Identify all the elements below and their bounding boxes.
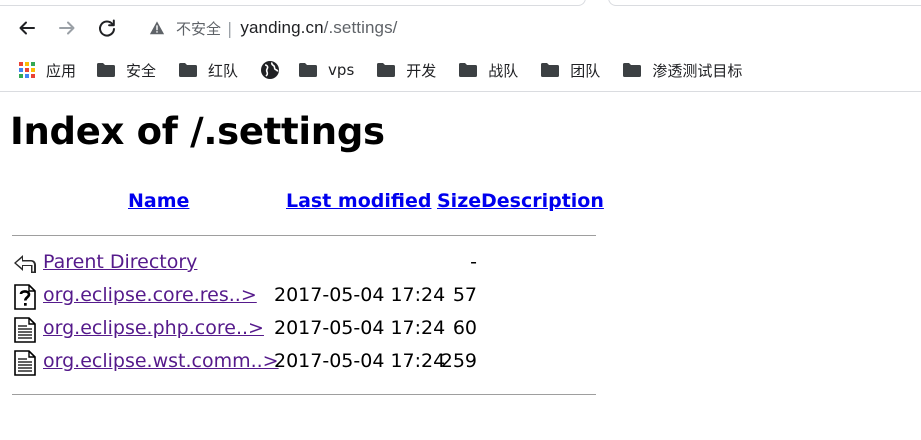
table-row: org.eclipse.php.core..> 2017-05-04 17:24…	[12, 314, 596, 346]
tab-inactive-edge	[608, 0, 921, 6]
folder-icon	[299, 63, 318, 77]
bookmark-label: 团队	[570, 61, 601, 80]
back-button[interactable]	[11, 12, 43, 44]
reload-button[interactable]	[91, 12, 123, 44]
page-content: Index of /.settings Name Last modified S…	[0, 92, 921, 440]
table-row: org.eclipse.core.res..> 2017-05-04 17:24…	[12, 281, 596, 313]
url-host: yanding.cn	[240, 18, 324, 37]
file-size: 259	[440, 350, 477, 372]
file-modified: 2017-05-04 17:24	[274, 284, 446, 306]
bookmark-folder-security[interactable]: 安全	[96, 56, 156, 84]
forward-button[interactable]	[51, 12, 83, 44]
bookmark-folder-team[interactable]: 团队	[540, 56, 600, 84]
file-link[interactable]: org.eclipse.wst.comm..>	[43, 350, 279, 372]
divider-rule	[12, 394, 596, 395]
file-link[interactable]: org.eclipse.php.core..>	[43, 317, 264, 339]
file-size: 60	[452, 317, 477, 339]
file-size: 57	[452, 284, 477, 306]
file-modified: 2017-05-04 17:24	[274, 350, 446, 372]
file-link[interactable]: Parent Directory	[43, 251, 197, 273]
bookmark-folder-dev[interactable]: 开发	[376, 56, 436, 84]
bookmark-folder-pentest-targets[interactable]: 渗透测试目标	[622, 56, 742, 84]
tab-strip	[0, 0, 921, 8]
browser-toolbar: 不安全 | yanding.cn/.settings/	[0, 8, 921, 48]
bookmark-folder-squad[interactable]: 战队	[458, 56, 518, 84]
folder-icon	[179, 63, 198, 77]
folder-icon	[541, 63, 560, 77]
back-arrow-icon	[12, 251, 38, 277]
column-header-size[interactable]: Size	[437, 190, 481, 216]
url-text[interactable]: yanding.cn/.settings/	[240, 18, 397, 38]
bookmark-label: vps	[328, 61, 355, 79]
tab-active-edge	[0, 0, 586, 6]
table-row-parent: Parent Directory -	[12, 248, 596, 280]
folder-icon	[97, 63, 116, 77]
bookmarks-bar: 应用 安全 红队 vps 开发 战队 团队 渗透测试目标	[0, 53, 921, 87]
security-separator: |	[227, 18, 233, 38]
column-header-name[interactable]: Name	[128, 190, 189, 216]
bookmark-label: 开发	[406, 61, 437, 80]
file-link[interactable]: org.eclipse.core.res..>	[43, 284, 257, 306]
table-row: org.eclipse.wst.comm..> 2017-05-04 17:24…	[12, 347, 596, 379]
arrow-right-icon	[59, 21, 75, 35]
address-bar[interactable]: 不安全 | yanding.cn/.settings/	[138, 12, 921, 44]
column-header-description[interactable]: Description	[481, 190, 604, 216]
text-file-icon	[12, 317, 38, 343]
bookmark-label: 渗透测试目标	[652, 61, 743, 80]
bookmark-globe[interactable]	[260, 56, 280, 84]
folder-icon	[459, 63, 478, 77]
reload-icon	[99, 19, 115, 37]
bookmark-label: 应用	[46, 61, 77, 80]
bookmark-label: 安全	[126, 61, 157, 80]
text-file-icon	[12, 350, 38, 376]
page-title: Index of /.settings	[10, 110, 385, 153]
folder-icon	[377, 63, 396, 77]
bookmark-folder-redteam[interactable]: 红队	[178, 56, 238, 84]
apps-grid-icon	[19, 62, 35, 78]
file-modified: 2017-05-04 17:24	[274, 317, 446, 339]
arrow-left-icon	[19, 21, 35, 35]
bookmark-apps[interactable]: 应用	[18, 56, 76, 84]
unknown-file-icon	[12, 284, 38, 310]
bookmark-label: 战队	[488, 61, 519, 80]
url-path: /.settings/	[323, 18, 398, 37]
bookmark-folder-vps[interactable]: vps	[298, 56, 354, 84]
security-status-label[interactable]: 不安全	[176, 18, 221, 39]
divider-rule	[12, 235, 596, 236]
file-size: -	[470, 251, 477, 273]
globe-icon	[261, 61, 280, 79]
warning-triangle-icon[interactable]	[148, 19, 166, 37]
folder-icon	[623, 63, 642, 77]
column-header-last-modified[interactable]: Last modified	[286, 190, 431, 216]
bookmark-label: 红队	[208, 61, 239, 80]
